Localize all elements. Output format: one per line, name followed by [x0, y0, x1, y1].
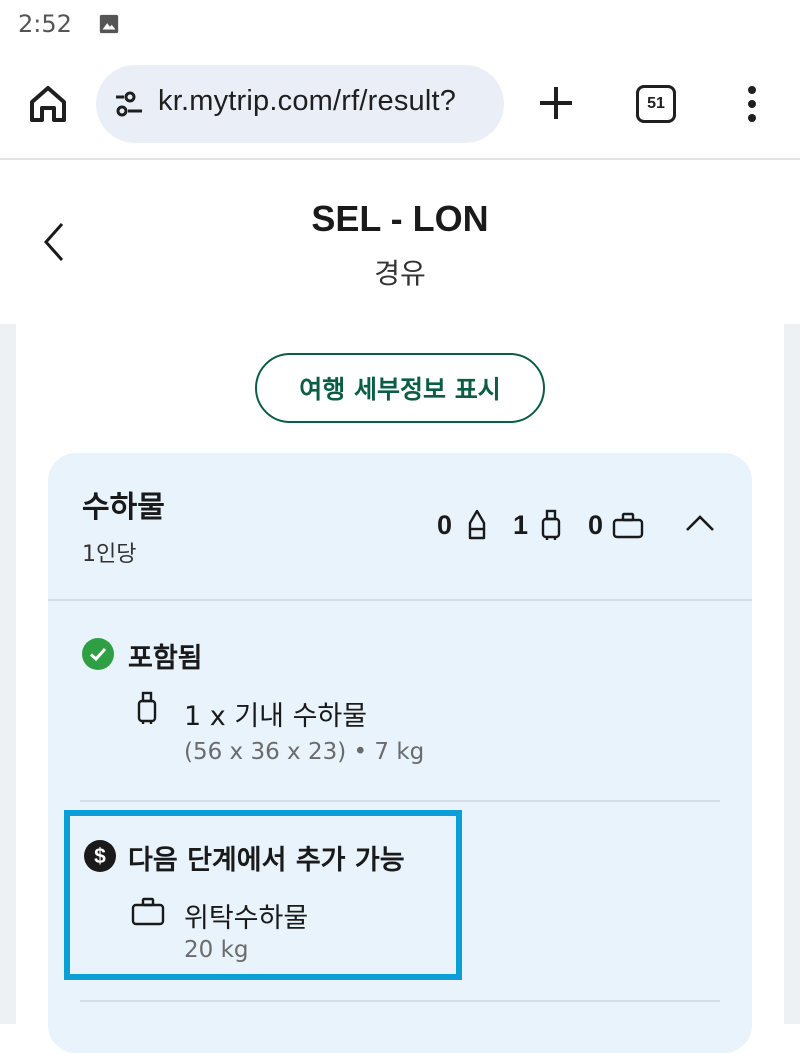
site-settings-icon[interactable]: [114, 91, 144, 117]
cabin-bag-icon: [541, 509, 561, 540]
gutter-right: [784, 324, 800, 1024]
status-bar: 2:52: [0, 0, 800, 50]
more-vert-icon[interactable]: [738, 84, 766, 124]
address-bar[interactable]: kr.mytrip.com/rf/result?: [96, 65, 504, 143]
highlight-box: [64, 810, 462, 980]
personal-item-icon: [468, 509, 486, 540]
status-time: 2:52: [18, 10, 72, 38]
show-trip-details-button[interactable]: 여행 세부정보 표시: [255, 353, 545, 423]
divider: [48, 599, 752, 601]
home-icon[interactable]: [24, 80, 72, 128]
divider: [80, 800, 720, 802]
checked-bag-count: 0: [588, 510, 604, 540]
baggage-subtitle: 1인당: [82, 542, 137, 567]
included-title: 포함됨: [128, 643, 203, 674]
image-icon: [99, 14, 119, 34]
included-item-text: 1 x 기내 수하물: [184, 701, 368, 732]
chevron-up-icon[interactable]: [684, 512, 716, 534]
gutter-left: [0, 324, 16, 1024]
browser-toolbar: kr.mytrip.com/rf/result? 51: [0, 50, 800, 160]
tab-count: 51: [647, 95, 665, 112]
url-text[interactable]: kr.mytrip.com/rf/result?: [158, 85, 456, 118]
checked-bag-icon: [612, 512, 644, 539]
check-circle-icon: [82, 638, 114, 670]
personal-item-count: 0: [437, 510, 453, 540]
included-item-detail: (56 x 36 x 23) • 7 kg: [184, 739, 425, 765]
cabin-bag-count: 1: [513, 510, 529, 540]
divider: [80, 1000, 720, 1002]
page-title: SEL - LON: [311, 198, 489, 239]
page-header: SEL - LON 경유: [0, 162, 800, 324]
plus-icon[interactable]: [536, 83, 576, 123]
page-subtitle: 경유: [374, 257, 426, 290]
cabin-bag-icon: [137, 691, 157, 724]
baggage-title: 수하물: [82, 490, 165, 525]
show-trip-details-label: 여행 세부정보 표시: [299, 375, 501, 404]
tabs-icon[interactable]: 51: [636, 85, 676, 123]
